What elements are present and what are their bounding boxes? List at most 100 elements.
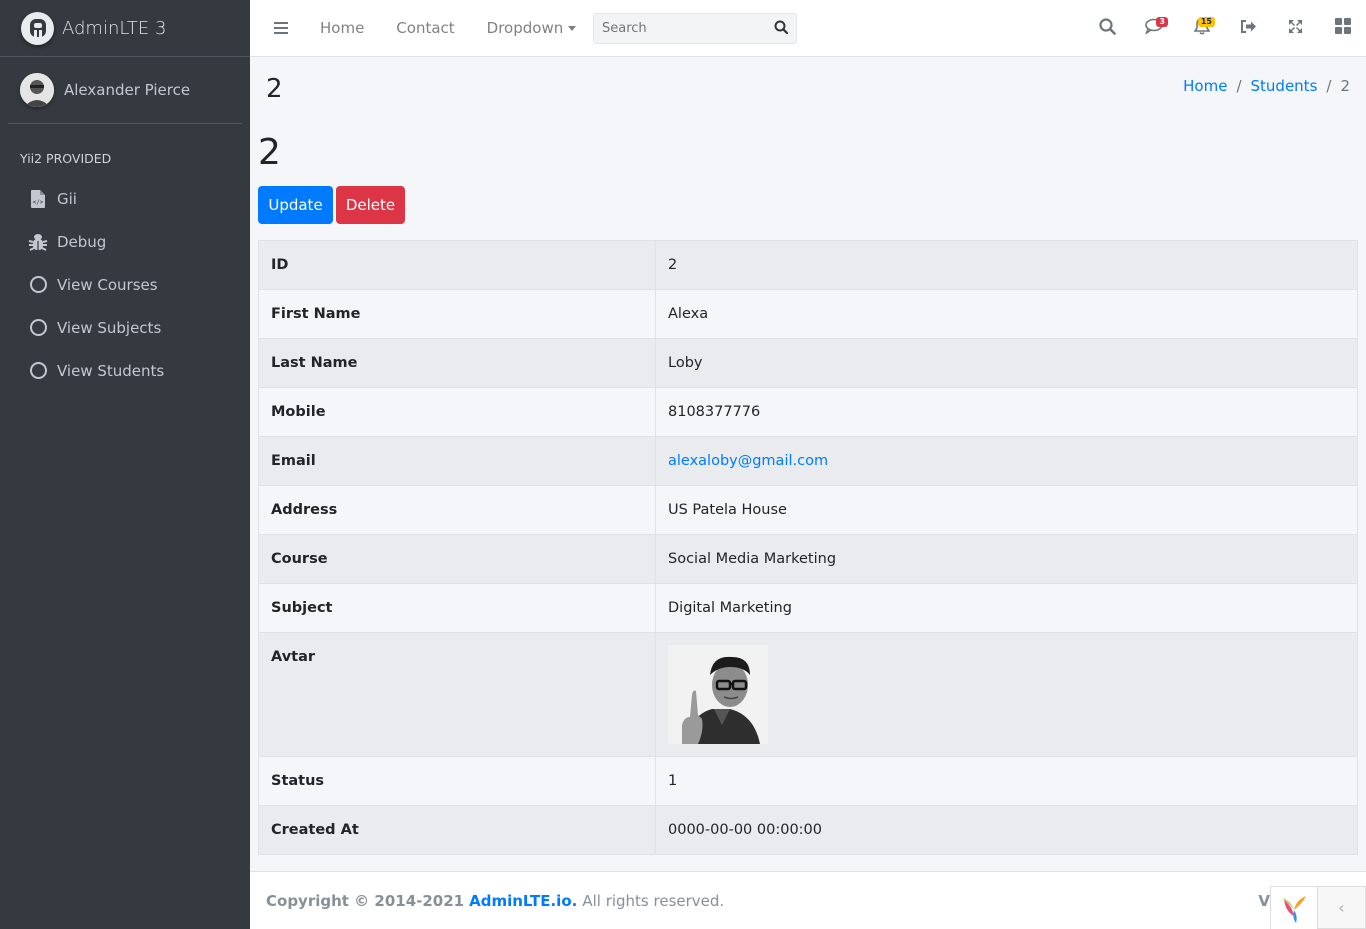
sidebar-item-label: Gii xyxy=(57,189,77,208)
breadcrumb-separator: / xyxy=(1326,77,1332,95)
user-avatar xyxy=(20,73,54,107)
sidebar-toggle-icon[interactable] xyxy=(274,22,288,34)
sidebar-item-label: Debug xyxy=(57,232,107,251)
notifications-dropdown[interactable]: 15 xyxy=(1178,0,1225,56)
search-icon xyxy=(1099,17,1116,39)
row-value: 1 xyxy=(655,756,1358,806)
bug-icon xyxy=(28,232,48,252)
row-value: 2 xyxy=(655,240,1358,290)
row-value: Digital Marketing xyxy=(655,583,1358,633)
row-value: 8108377776 xyxy=(655,387,1358,437)
yii-logo-icon[interactable] xyxy=(1271,887,1319,929)
row-label: Email xyxy=(258,436,656,486)
navbar-search xyxy=(593,13,797,44)
row-value: 0000-00-00 00:00:00 xyxy=(655,805,1358,855)
control-sidebar-button[interactable] xyxy=(1319,0,1366,56)
notifications-badge: 15 xyxy=(1197,17,1215,27)
table-row: Avtar xyxy=(258,632,1358,757)
user-name-link[interactable]: Alexander Pierce xyxy=(64,81,190,99)
row-value-cell: alexaloby@gmail.com xyxy=(655,436,1358,486)
top-navbar: Home Contact Dropdown 3 15 xyxy=(250,0,1366,57)
search-input[interactable] xyxy=(602,21,752,36)
row-value-cell xyxy=(655,632,1358,757)
table-row: Email alexaloby@gmail.com xyxy=(258,436,1358,486)
navbar-right-icons: 3 15 xyxy=(1084,0,1366,56)
breadcrumb-separator: / xyxy=(1236,77,1242,95)
table-row: Mobile 8108377776 xyxy=(258,387,1358,437)
brand-title: AdminLTE 3 xyxy=(62,17,167,39)
breadcrumb: Home / Students / 2 xyxy=(1183,77,1350,95)
table-row: Last Name Loby xyxy=(258,338,1358,388)
expand-icon xyxy=(1288,19,1303,38)
row-value: Social Media Marketing xyxy=(655,534,1358,584)
table-row: Created At 0000-00-00 00:00:00 xyxy=(258,805,1358,855)
email-link[interactable]: alexaloby@gmail.com xyxy=(668,453,828,469)
search-icon[interactable] xyxy=(774,20,789,38)
nav-dropdown[interactable]: Dropdown xyxy=(487,19,577,37)
breadcrumb-current: 2 xyxy=(1340,77,1350,95)
row-label: Mobile xyxy=(258,387,656,437)
sidebar-item-view-subjects[interactable]: View Subjects xyxy=(0,306,250,349)
page-heading: 2 xyxy=(266,74,283,104)
row-label: ID xyxy=(258,240,656,290)
sidebar-item-view-courses[interactable]: View Courses xyxy=(0,263,250,306)
nav-link-home[interactable]: Home xyxy=(320,19,364,37)
chevron-left-icon[interactable]: ‹ xyxy=(1318,887,1365,928)
footer-adminlte-link[interactable]: AdminLTE.io. xyxy=(469,892,577,910)
svg-text:</>: </> xyxy=(33,199,44,206)
row-label: Avtar xyxy=(258,632,656,757)
navbar-search-button[interactable] xyxy=(1084,0,1131,56)
footer-copyright: Copyright © 2014-2021 xyxy=(266,891,465,910)
sign-out-icon xyxy=(1240,19,1257,38)
table-row: ID 2 xyxy=(258,240,1358,290)
brand-link[interactable]: AdminLTE 3 xyxy=(0,0,250,57)
sidebar-item-view-students[interactable]: View Students xyxy=(0,349,250,392)
main-footer: Copyright © 2014-2021 AdminLTE.io. All r… xyxy=(250,871,1366,929)
adminlte-logo-icon xyxy=(21,11,54,45)
circle-icon xyxy=(28,275,48,295)
file-code-icon: </> xyxy=(28,189,48,209)
sidebar-item-debug[interactable]: Debug xyxy=(0,220,250,263)
row-label: Course xyxy=(258,534,656,584)
nav-link-contact[interactable]: Contact xyxy=(396,19,454,37)
user-panel: Alexander Pierce xyxy=(8,57,242,124)
footer-rights: All rights reserved. xyxy=(582,891,725,910)
table-row: First Name Alexa xyxy=(258,289,1358,339)
nav-dropdown-label: Dropdown xyxy=(486,19,564,37)
footer-version: V xyxy=(1258,892,1270,910)
messages-badge: 3 xyxy=(1156,17,1168,27)
content-wrapper: 2 Home / Students / 2 2 Update Delete ID… xyxy=(250,57,1366,871)
fullscreen-button[interactable] xyxy=(1272,0,1319,56)
caret-down-icon xyxy=(568,25,577,31)
delete-button[interactable]: Delete xyxy=(336,186,405,224)
yii-debug-toolbar: ‹ xyxy=(1270,886,1366,929)
main-sidebar: AdminLTE 3 Alexander Pierce Yii2 PROVIDE… xyxy=(0,0,250,929)
table-row: Course Social Media Marketing xyxy=(258,534,1358,584)
student-avatar-image xyxy=(668,645,768,744)
sidebar-item-label: View Students xyxy=(57,361,165,380)
breadcrumb-home[interactable]: Home xyxy=(1183,77,1227,95)
circle-icon xyxy=(28,361,48,381)
row-label: Address xyxy=(258,485,656,535)
breadcrumb-students[interactable]: Students xyxy=(1251,77,1318,95)
row-label: Created At xyxy=(258,805,656,855)
logout-button[interactable] xyxy=(1225,0,1272,56)
messages-dropdown[interactable]: 3 xyxy=(1131,0,1178,56)
row-value: Alexa xyxy=(655,289,1358,339)
sidebar-item-label: View Courses xyxy=(57,275,158,294)
action-buttons: Update Delete xyxy=(258,186,405,224)
record-title: 2 xyxy=(258,132,281,173)
row-label: First Name xyxy=(258,289,656,339)
sidebar-item-label: View Subjects xyxy=(57,318,162,337)
table-row: Subject Digital Marketing xyxy=(258,583,1358,633)
sidebar-item-gii[interactable]: </> Gii xyxy=(0,177,250,220)
circle-icon xyxy=(28,318,48,338)
update-button[interactable]: Update xyxy=(258,186,333,224)
row-label: Status xyxy=(258,756,656,806)
row-value: US Patela House xyxy=(655,485,1358,535)
row-value: Loby xyxy=(655,338,1358,388)
th-large-icon xyxy=(1334,18,1351,38)
row-label: Last Name xyxy=(258,338,656,388)
nav-header: Yii2 PROVIDED xyxy=(20,151,112,166)
detail-view-table: ID 2 First Name Alexa Last Name Loby Mob… xyxy=(258,240,1358,855)
